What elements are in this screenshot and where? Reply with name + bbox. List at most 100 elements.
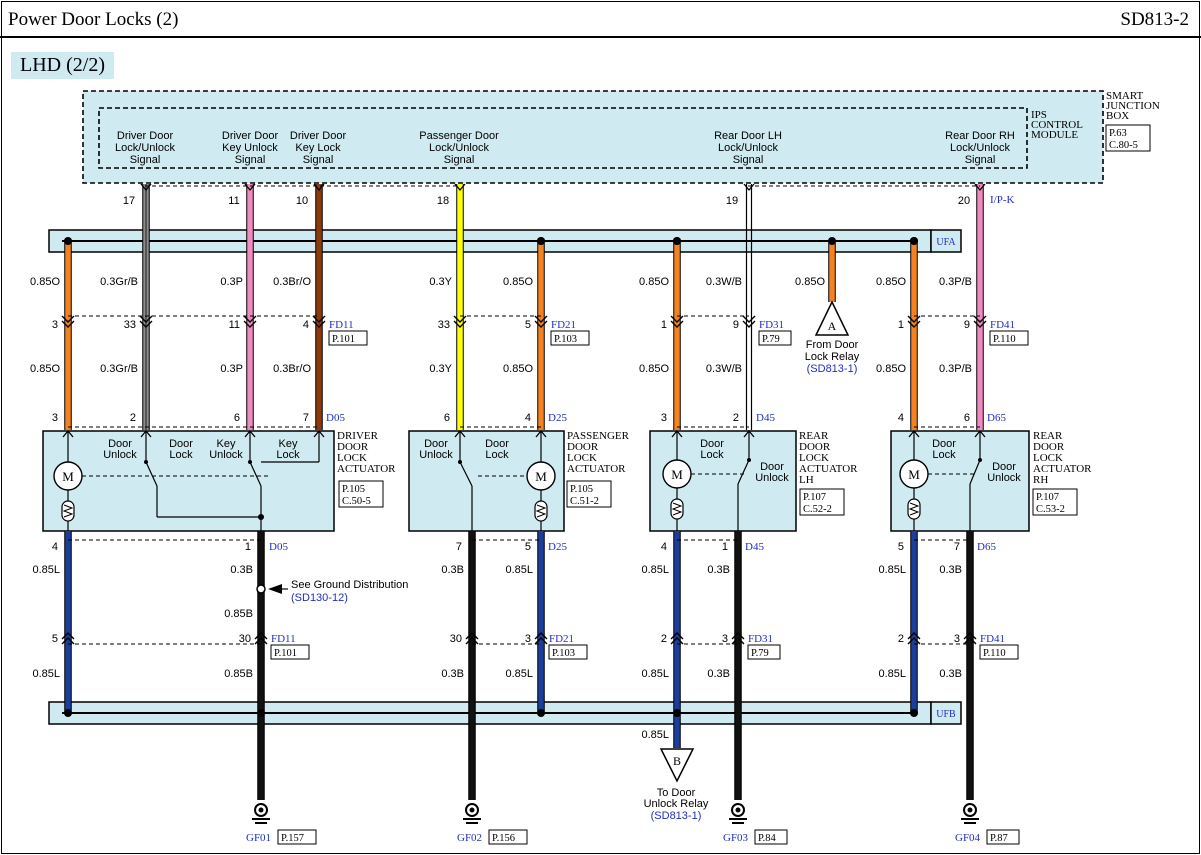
pin-number: 6 [234, 412, 240, 424]
sjb-ref: C.80-5 [1109, 140, 1138, 151]
wire-size: 0.85L [878, 564, 906, 576]
pin-number: 3 [954, 633, 960, 645]
actuator-ref: P.107 [1036, 492, 1059, 503]
signal-label: Key Unlock [222, 142, 278, 154]
wire-size: 0.85L [878, 668, 906, 680]
pin-number: 4 [661, 541, 667, 553]
relay-a-ref: (SD813-1) [807, 363, 858, 375]
pointer-arrow [268, 584, 282, 594]
signal-label: Lock/Unlock [950, 142, 1010, 154]
actuator-name: ACTUATOR [567, 463, 626, 475]
pin-number: 4 [303, 319, 309, 331]
splice-dot [537, 237, 545, 245]
connector-id: D65 [987, 412, 1006, 424]
switch-label: Unlock [987, 472, 1021, 484]
wire-size: 0.3B [230, 564, 253, 576]
connector-id: FD21 [549, 633, 574, 645]
connector-id: D05 [269, 541, 288, 553]
switch-label: Lock [276, 449, 300, 461]
connector-chevron [742, 315, 756, 323]
actuator-ref: C.50-5 [342, 496, 371, 507]
splice-dot [828, 237, 836, 245]
signal-label: Signal [965, 154, 996, 166]
switch-label: Lock [932, 449, 956, 461]
ground-page-ref: P.157 [281, 833, 304, 844]
page-ref: P.79 [751, 648, 769, 659]
actuator-ref: P.105 [342, 484, 365, 495]
pin-number: 9 [733, 319, 739, 331]
wire-size: 0.85O [30, 363, 60, 375]
wire-size: 0.3Gr/B [100, 276, 138, 288]
pin-number: 3 [52, 412, 58, 424]
switch-label: Lock [485, 449, 509, 461]
signal-label: Key Lock [295, 142, 341, 154]
pin-number: 4 [525, 412, 531, 424]
pin-number: 6 [964, 412, 970, 424]
relay-a-label: Lock Relay [805, 351, 860, 363]
pin-number: 6 [444, 412, 450, 424]
switch-label: Lock [700, 449, 724, 461]
ground-symbol [258, 807, 264, 813]
page-ref: P.103 [552, 648, 575, 659]
wire-size: 0.85L [641, 729, 669, 741]
signal-label: Driver Door [117, 130, 174, 142]
splice-dot [257, 709, 265, 717]
wire-size: 0.3B [707, 564, 730, 576]
sjb-name: BOX [1106, 110, 1129, 122]
pin-number: 7 [303, 412, 309, 424]
pin-number: 1 [245, 541, 251, 553]
pin-number: 2 [130, 412, 136, 424]
wire-size: 0.85L [32, 564, 60, 576]
pin-number: 7 [456, 541, 462, 553]
pin-number: 33 [438, 319, 450, 331]
pin-number: 30 [239, 633, 251, 645]
ground-symbol [967, 807, 973, 813]
wire-size: 0.85O [876, 276, 906, 288]
signal-label: Signal [130, 154, 161, 166]
switch-contact [248, 460, 252, 464]
ground-page-ref: P.87 [990, 833, 1008, 844]
ground-symbol [469, 807, 475, 813]
pin-number: 3 [525, 633, 531, 645]
switch-contact [144, 460, 148, 464]
splice-dot [64, 709, 72, 717]
connector-id: D65 [977, 541, 996, 553]
sjb-ref: P.63 [1109, 128, 1127, 139]
pin-number: 5 [898, 541, 904, 553]
signal-label: Passenger Door [419, 130, 499, 142]
pin-number: 9 [964, 319, 970, 331]
switch-contact [458, 460, 462, 464]
wire-size: 0.85L [641, 564, 669, 576]
ground-page-ref: P.156 [492, 833, 515, 844]
actuator-ref: C.52-2 [803, 504, 832, 515]
connector-id: FD11 [329, 319, 354, 331]
wire-size: 0.3Y [429, 363, 452, 375]
motor-label: M [62, 469, 74, 484]
actuator-ref: P.107 [803, 492, 826, 503]
switch-label: Unlock [419, 449, 453, 461]
wire-size: 0.85L [505, 668, 533, 680]
motor-label: M [535, 469, 547, 484]
connector-id: D45 [756, 412, 775, 424]
wire-size: 0.3B [441, 668, 464, 680]
ground-page-ref: P.84 [758, 833, 777, 844]
wire-size: 0.85O [503, 363, 533, 375]
splice-dot [910, 237, 918, 245]
connector-id: I/P-K [990, 194, 1015, 206]
terminal-arrow [743, 183, 755, 192]
wiring-diagram-page: Power Door Locks (2) SD813-2 LHD (2/2) S… [0, 0, 1201, 855]
actuator-name: LH [799, 474, 814, 486]
connector-id: FD31 [759, 319, 784, 331]
connector-id: FD11 [271, 633, 296, 645]
wire-size: 0.3B [939, 564, 962, 576]
pin-number: 4 [52, 541, 58, 553]
pin-number: 18 [437, 195, 449, 207]
pin-number: 2 [733, 412, 739, 424]
actuator-ref: P.105 [570, 484, 593, 495]
actuator-ref: C.51-2 [570, 496, 599, 507]
pin-number: 20 [958, 195, 970, 207]
wire-size: 0.3P [220, 276, 243, 288]
pin-number: 1 [722, 541, 728, 553]
splice-dot [64, 237, 72, 245]
pin-number: 4 [898, 412, 904, 424]
